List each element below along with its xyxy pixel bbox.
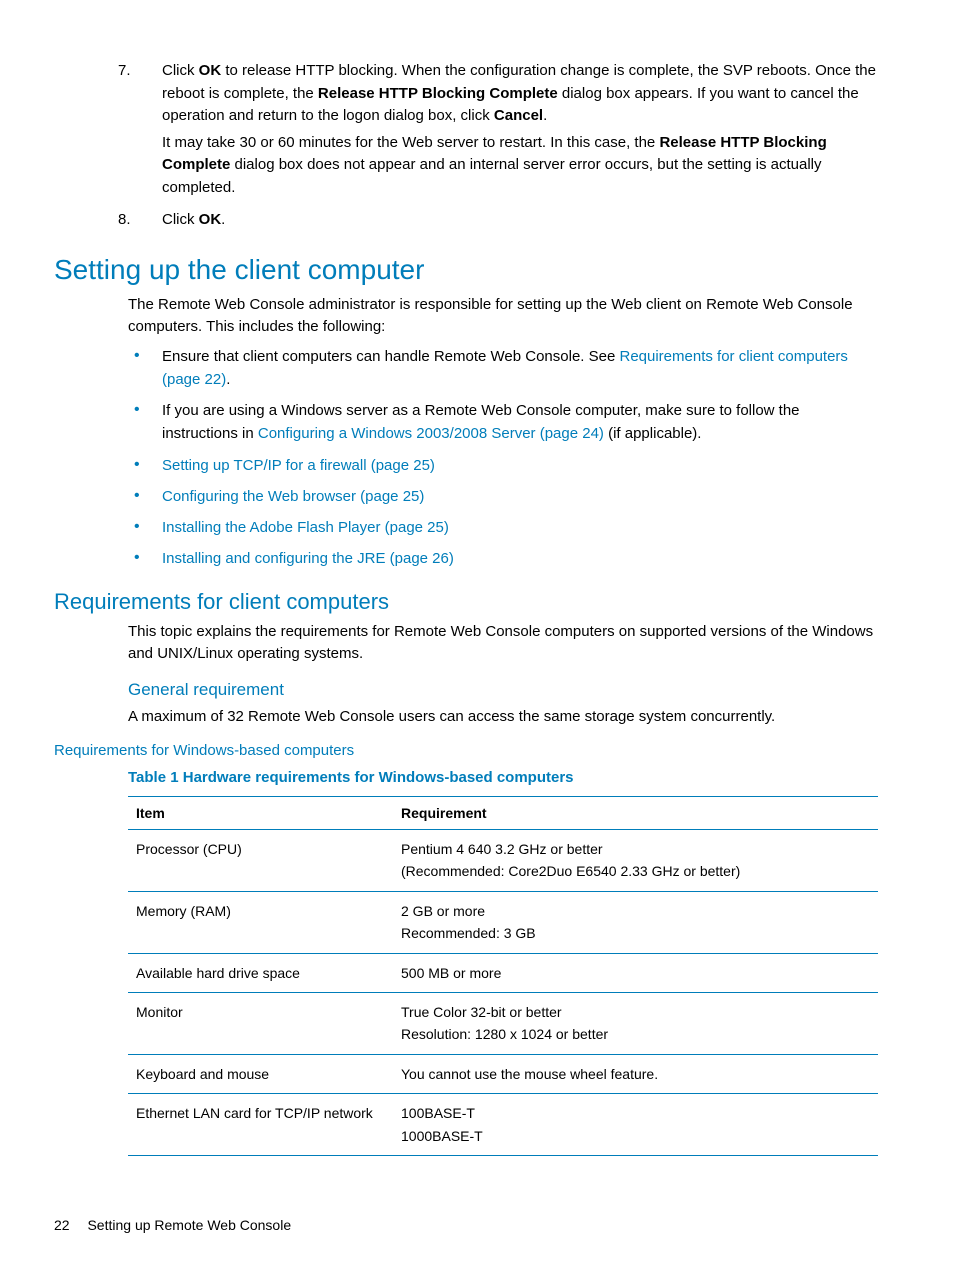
table-caption: Table 1 Hardware requirements for Window… [54, 769, 876, 786]
bullet-item: • Installing the Adobe Flash Player (pag… [54, 516, 876, 539]
bullet-item: • Configuring the Web browser (page 25) [54, 485, 876, 508]
bold-text: Cancel [494, 107, 543, 124]
link-installing-jre[interactable]: Installing and configuring the JRE (page… [162, 550, 454, 567]
table-cell-requirement: You cannot use the mouse wheel feature. [393, 1054, 878, 1093]
bullet-content: Ensure that client computers can handle … [162, 345, 876, 392]
text: . [221, 211, 225, 228]
bullet-icon: • [134, 485, 162, 508]
step-number: 7. [118, 60, 162, 203]
table-row: Keyboard and mouseYou cannot use the mou… [128, 1054, 878, 1093]
bullet-icon: • [134, 399, 162, 446]
bullet-item: • Setting up TCP/IP for a firewall (page… [54, 454, 876, 477]
general-requirement-text: A maximum of 32 Remote Web Console users… [54, 706, 876, 729]
text: Click [162, 211, 199, 228]
requirements-intro: This topic explains the requirements for… [54, 621, 876, 666]
bold-text: Release HTTP Blocking Complete [318, 85, 558, 102]
step-7-para-1: Click OK to release HTTP blocking. When … [162, 60, 876, 128]
table-cell-item: Available hard drive space [128, 953, 393, 992]
table-header-requirement: Requirement [393, 797, 878, 830]
table-cell-requirement: 500 MB or more [393, 953, 878, 992]
table-row: Ethernet LAN card for TCP/IP network100B… [128, 1094, 878, 1156]
heading-requirements-windows: Requirements for Windows-based computers [54, 742, 876, 759]
text: dialog box does not appear and an intern… [162, 156, 822, 196]
text: . [543, 107, 547, 124]
link-tcpip-firewall[interactable]: Setting up TCP/IP for a firewall (page 2… [162, 457, 435, 474]
bullet-content: If you are using a Windows server as a R… [162, 399, 876, 446]
table-cell-requirement: 100BASE-T1000BASE-T [393, 1094, 878, 1156]
bullet-icon: • [134, 516, 162, 539]
bullet-item: • Installing and configuring the JRE (pa… [54, 547, 876, 570]
bullet-item: • Ensure that client computers can handl… [54, 345, 876, 392]
bullet-content: Configuring the Web browser (page 25) [162, 485, 424, 508]
step-7: 7. Click OK to release HTTP blocking. Wh… [54, 60, 876, 203]
table-cell-requirement: True Color 32-bit or betterResolution: 1… [393, 992, 878, 1054]
link-configuring-web-browser[interactable]: Configuring the Web browser (page 25) [162, 488, 424, 505]
table-cell-item: Keyboard and mouse [128, 1054, 393, 1093]
heading-general-requirement: General requirement [54, 680, 876, 700]
table-row: Processor (CPU)Pentium 4 640 3.2 GHz or … [128, 830, 878, 892]
table-header-item: Item [128, 797, 393, 830]
intro-paragraph: The Remote Web Console administrator is … [54, 294, 876, 339]
step-8: 8. Click OK. [54, 209, 876, 236]
text: Click [162, 62, 199, 79]
bullet-content: Installing and configuring the JRE (page… [162, 547, 454, 570]
step-content: Click OK. [162, 209, 225, 236]
page-footer: 22 Setting up Remote Web Console [54, 1217, 291, 1233]
bullet-icon: • [134, 454, 162, 477]
page-number: 22 [54, 1217, 70, 1233]
table-row: Memory (RAM)2 GB or moreRecommended: 3 G… [128, 891, 878, 953]
bold-text: OK [199, 211, 222, 228]
footer-section-title: Setting up Remote Web Console [87, 1217, 291, 1233]
table-cell-item: Processor (CPU) [128, 830, 393, 892]
link-configuring-windows-server[interactable]: Configuring a Windows 2003/2008 Server (… [258, 425, 604, 442]
table-cell-item: Monitor [128, 992, 393, 1054]
table-row: MonitorTrue Color 32-bit or betterResolu… [128, 992, 878, 1054]
text: Ensure that client computers can handle … [162, 348, 619, 365]
table-cell-requirement: Pentium 4 640 3.2 GHz or better(Recommen… [393, 830, 878, 892]
text: . [226, 371, 230, 388]
step-content: Click OK to release HTTP blocking. When … [162, 60, 876, 203]
heading-requirements-client: Requirements for client computers [54, 589, 876, 615]
table-header-row: Item Requirement [128, 797, 878, 830]
heading-setting-up-client: Setting up the client computer [54, 254, 876, 286]
table-cell-item: Memory (RAM) [128, 891, 393, 953]
hardware-requirements-table: Item Requirement Processor (CPU)Pentium … [128, 796, 878, 1156]
step-number: 8. [118, 209, 162, 236]
bullet-item: • If you are using a Windows server as a… [54, 399, 876, 446]
bullet-icon: • [134, 547, 162, 570]
step-7-para-2: It may take 30 or 60 minutes for the Web… [162, 132, 876, 200]
table-cell-item: Ethernet LAN card for TCP/IP network [128, 1094, 393, 1156]
table-cell-requirement: 2 GB or moreRecommended: 3 GB [393, 891, 878, 953]
bold-text: OK [199, 62, 222, 79]
text: (if applicable). [604, 425, 702, 442]
bullet-icon: • [134, 345, 162, 392]
bullet-content: Installing the Adobe Flash Player (page … [162, 516, 449, 539]
text: It may take 30 or 60 minutes for the Web… [162, 134, 659, 151]
step-8-para: Click OK. [162, 209, 225, 232]
table-row: Available hard drive space500 MB or more [128, 953, 878, 992]
link-installing-flash[interactable]: Installing the Adobe Flash Player (page … [162, 519, 449, 536]
bullet-content: Setting up TCP/IP for a firewall (page 2… [162, 454, 435, 477]
